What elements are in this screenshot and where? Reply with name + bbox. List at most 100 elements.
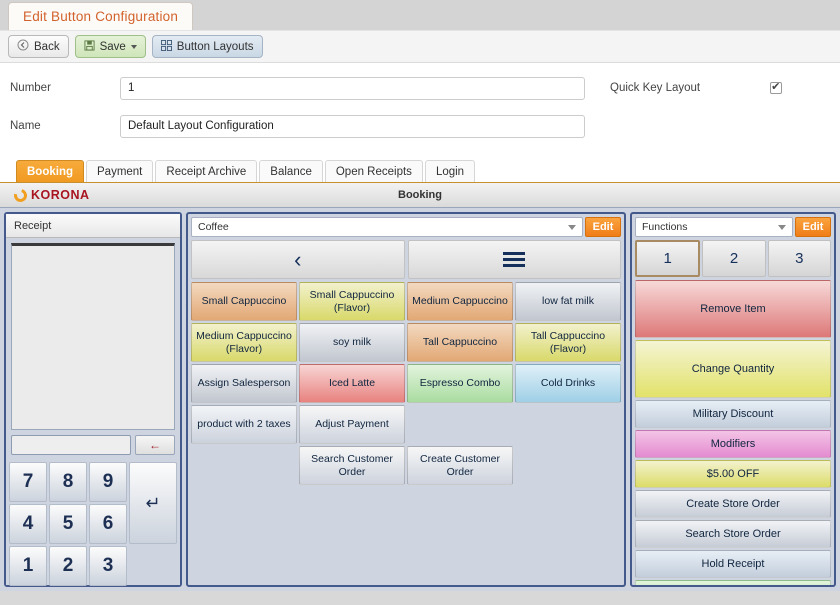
- hamburger-menu-icon: [503, 252, 525, 267]
- functions-page-tab-3[interactable]: 3: [768, 240, 831, 277]
- product-button[interactable]: Medium Cappuccino: [407, 282, 513, 321]
- function-button[interactable]: $5.00 OFF: [635, 460, 831, 488]
- function-button[interactable]: Change Quantity: [635, 340, 831, 398]
- tab-open-receipts[interactable]: Open Receipts: [325, 160, 423, 182]
- tab-login[interactable]: Login: [425, 160, 475, 182]
- keypad-key-1[interactable]: 1: [9, 546, 47, 586]
- function-button-list: Remove ItemChange QuantityMilitary Disco…: [632, 280, 834, 585]
- products-edit-button[interactable]: Edit: [585, 217, 621, 237]
- function-button[interactable]: Create Store Order: [635, 490, 831, 518]
- window-title-tab[interactable]: Edit Button Configuration: [8, 2, 193, 30]
- product-button[interactable]: Adjust Payment: [299, 405, 405, 444]
- back-button-label: Back: [34, 41, 60, 53]
- product-category-row: Coffee Edit: [188, 214, 624, 240]
- product-button[interactable]: Tall Cappuccino: [407, 323, 513, 362]
- product-category-value: Coffee: [198, 221, 229, 233]
- product-category-select[interactable]: Coffee: [191, 217, 583, 237]
- functions-category-select[interactable]: Functions: [635, 217, 793, 237]
- product-button[interactable]: Cold Drinks: [515, 364, 621, 403]
- product-button[interactable]: Espresso Combo: [407, 364, 513, 403]
- product-button[interactable]: low fat milk: [515, 282, 621, 321]
- configuration-form: Number 1 Quick Key Layout Name Default L…: [0, 63, 840, 157]
- name-label: Name: [10, 120, 120, 132]
- chevron-down-icon[interactable]: [568, 225, 576, 230]
- products-panel: Coffee Edit ‹ Small CappuccinoSmall Capp…: [186, 212, 626, 587]
- chevron-left-icon: ‹: [294, 247, 301, 273]
- keypad-key-4[interactable]: 4: [9, 504, 47, 544]
- grid-squares-icon: [161, 40, 172, 54]
- functions-page-tab-1[interactable]: 1: [635, 240, 700, 277]
- save-button[interactable]: Save: [75, 35, 146, 58]
- number-label: Number: [10, 82, 120, 94]
- toolbar: Back Save Button Layouts: [0, 30, 840, 63]
- product-button[interactable]: product with 2 taxes: [191, 405, 297, 444]
- pos-preview: KORONA Booking Receipt ← 789↵456123 Coff…: [0, 183, 840, 591]
- name-row: Name Default Layout Configuration: [10, 113, 830, 139]
- product-button-grid: Small CappuccinoSmall Cappuccino (Flavor…: [188, 282, 624, 585]
- quick-key-layout-label: Quick Key Layout: [610, 82, 700, 94]
- number-input[interactable]: 1: [120, 77, 585, 100]
- keypad-key-8[interactable]: 8: [49, 462, 87, 502]
- chevron-down-icon[interactable]: [778, 225, 786, 230]
- function-button[interactable]: Remove Item: [635, 280, 831, 338]
- function-button[interactable]: Hold Receipt: [635, 550, 831, 578]
- functions-edit-button[interactable]: Edit: [795, 217, 831, 237]
- button-layouts-button[interactable]: Button Layouts: [152, 35, 263, 58]
- keypad-key-9[interactable]: 9: [89, 462, 127, 502]
- keypad-key-3[interactable]: 3: [89, 546, 127, 586]
- function-button[interactable]: Military Discount: [635, 400, 831, 428]
- product-button[interactable]: Iced Latte: [299, 364, 405, 403]
- receipt-items-list[interactable]: [11, 243, 175, 430]
- chevron-down-icon[interactable]: [131, 45, 137, 49]
- receipt-panel: Receipt ← 789↵ 456 123: [4, 212, 182, 587]
- button-layouts-label: Button Layouts: [177, 41, 254, 53]
- pos-screen-title: Booking: [0, 189, 840, 201]
- keypad-input[interactable]: [11, 435, 131, 455]
- back-button[interactable]: Back: [8, 35, 69, 58]
- functions-panel: Functions Edit 123 Remove ItemChange Qua…: [630, 212, 836, 587]
- product-button[interactable]: Small Cappuccino (Flavor): [299, 282, 405, 321]
- function-button[interactable]: Gift Card: [635, 580, 831, 585]
- product-button[interactable]: Create Customer Order: [407, 446, 513, 485]
- keypad-key-6[interactable]: 6: [89, 504, 127, 544]
- functions-category-row: Functions Edit: [632, 214, 834, 240]
- window-titlebar: Edit Button Configuration: [0, 0, 840, 30]
- product-button[interactable]: Assign Salesperson: [191, 364, 297, 403]
- keypad-key-7[interactable]: 7: [9, 462, 47, 502]
- receipt-header: Receipt: [6, 214, 180, 238]
- number-row: Number 1 Quick Key Layout: [10, 75, 830, 101]
- numeric-keypad: 789↵ 456 123: [6, 459, 180, 585]
- keypad-input-row: ←: [6, 435, 180, 459]
- quick-key-layout-checkbox[interactable]: [770, 82, 782, 94]
- floppy-disk-icon: [84, 40, 95, 54]
- pos-tab-strip: BookingPaymentReceipt ArchiveBalanceOpen…: [0, 157, 840, 183]
- tab-booking[interactable]: Booking: [16, 160, 84, 182]
- pos-header: KORONA Booking: [0, 183, 840, 208]
- tab-receipt-archive[interactable]: Receipt Archive: [155, 160, 257, 182]
- product-button-empty: [515, 446, 621, 485]
- previous-page-button[interactable]: ‹: [191, 240, 405, 279]
- quick-key-layout-group: Quick Key Layout: [610, 82, 782, 94]
- products-menu-button[interactable]: [408, 240, 622, 279]
- name-input[interactable]: Default Layout Configuration: [120, 115, 585, 138]
- circle-back-arrow-icon: [17, 39, 29, 54]
- keypad-key-5[interactable]: 5: [49, 504, 87, 544]
- functions-page-tab-2[interactable]: 2: [702, 240, 765, 277]
- products-nav-row: ‹: [188, 240, 624, 282]
- product-button[interactable]: soy milk: [299, 323, 405, 362]
- backspace-arrow-icon[interactable]: ←: [135, 435, 175, 455]
- product-button[interactable]: Medium Cappuccino (Flavor): [191, 323, 297, 362]
- product-button[interactable]: Search Customer Order: [299, 446, 405, 485]
- tab-payment[interactable]: Payment: [86, 160, 153, 182]
- product-button-empty: [407, 405, 513, 444]
- enter-arrow-icon[interactable]: ↵: [129, 462, 177, 544]
- keypad-key-2[interactable]: 2: [49, 546, 87, 586]
- tab-balance[interactable]: Balance: [259, 160, 323, 182]
- pos-body: Receipt ← 789↵456123 Coffee Edit ‹: [0, 208, 840, 591]
- function-button[interactable]: Search Store Order: [635, 520, 831, 548]
- functions-category-value: Functions: [642, 221, 688, 233]
- product-button[interactable]: Tall Cappuccino (Flavor): [515, 323, 621, 362]
- function-button[interactable]: Modifiers: [635, 430, 831, 458]
- product-button-empty: [515, 405, 621, 444]
- product-button[interactable]: Small Cappuccino: [191, 282, 297, 321]
